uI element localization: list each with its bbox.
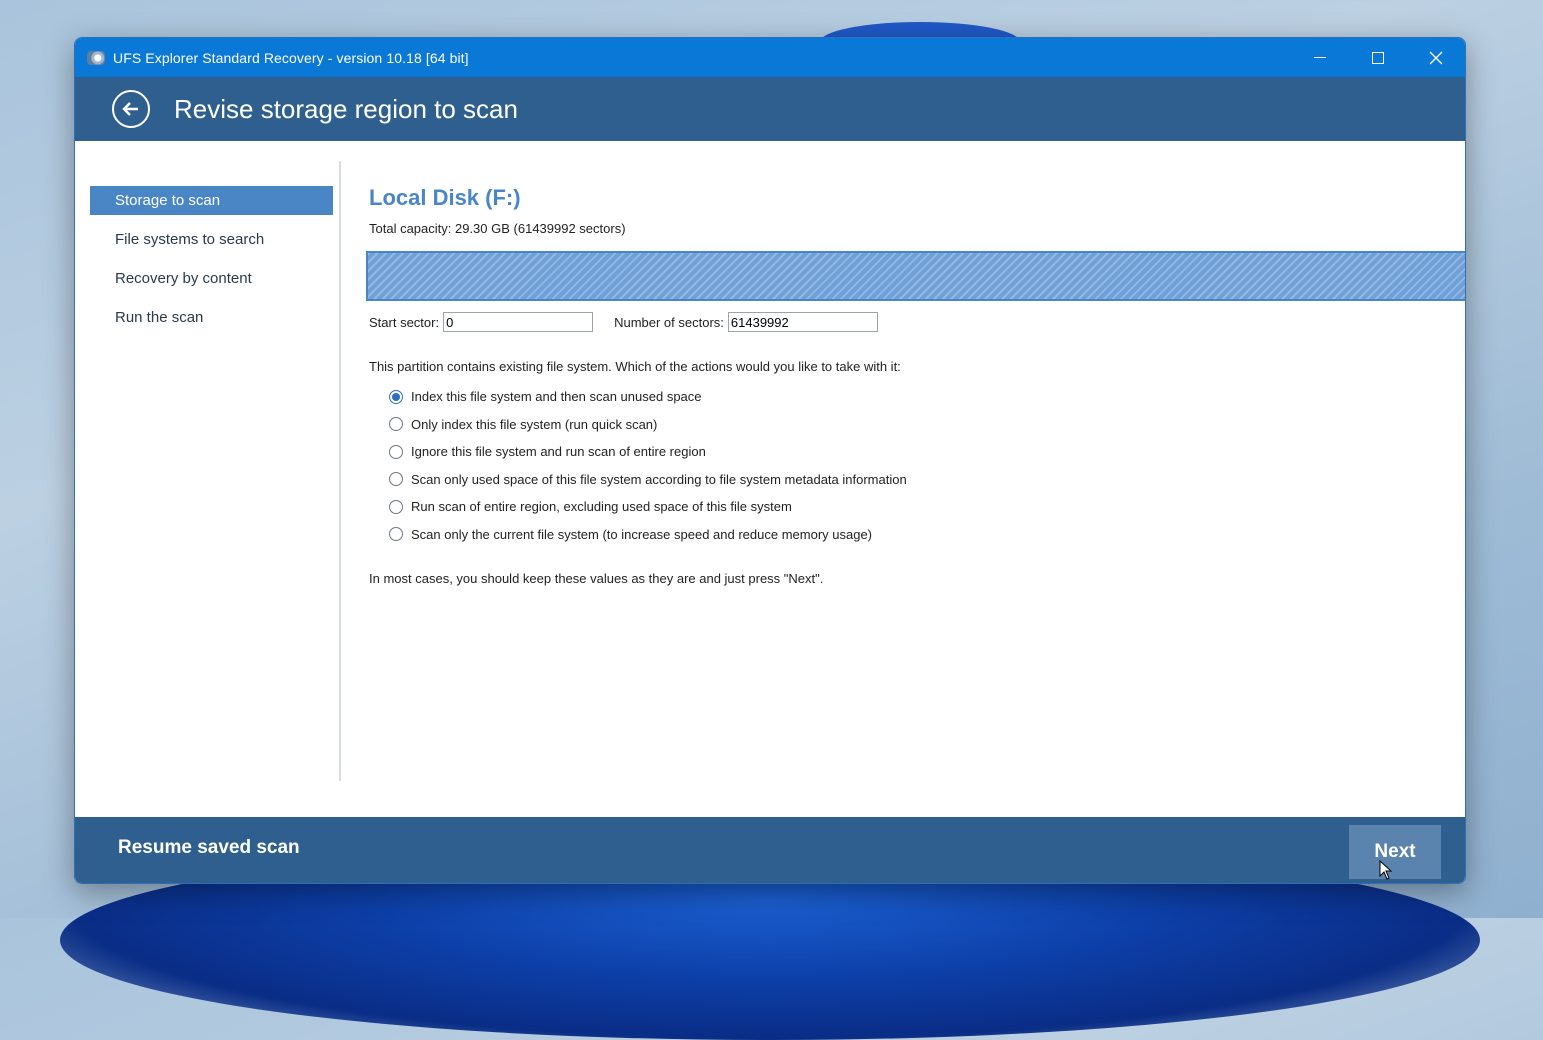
hint-text: In most cases, you should keep these val…	[369, 571, 824, 586]
radio-button-selected[interactable]	[389, 389, 403, 404]
minimize-icon	[1314, 57, 1326, 58]
option-label: Index this file system and then scan unu…	[411, 389, 702, 405]
title-bar[interactable]: UFS Explorer Standard Recovery - version…	[75, 38, 1465, 77]
option-label: Scan only used space of this file system…	[411, 471, 907, 487]
file-system-action-options: Index this file system and then scan unu…	[389, 383, 907, 548]
number-of-sectors-input[interactable]	[727, 312, 878, 332]
total-capacity: Total capacity: 29.30 GB (61439992 secto…	[369, 221, 626, 236]
start-sector-label: Start sector:	[369, 314, 440, 330]
radio-button[interactable]	[389, 499, 403, 514]
maximize-icon	[1372, 51, 1384, 64]
window-title: UFS Explorer Standard Recovery - version…	[113, 49, 469, 66]
option-scan-excluding-used-space[interactable]: Run scan of entire region, excluding use…	[389, 493, 907, 521]
disk-name: Local Disk (F:)	[369, 185, 521, 210]
wizard-steps-sidebar: Storage to scan File systems to search R…	[90, 186, 333, 342]
option-label: Only index this file system (run quick s…	[411, 416, 658, 432]
radio-button[interactable]	[389, 444, 403, 459]
sector-range-row: Start sector: Number of sectors:	[369, 312, 878, 332]
page-header: Revise storage region to scan	[75, 77, 1465, 141]
number-of-sectors-label: Number of sectors:	[614, 314, 724, 330]
option-label: Scan only the current file system (to in…	[411, 526, 873, 542]
radio-button[interactable]	[389, 527, 403, 542]
window-controls	[1291, 38, 1465, 77]
minimize-button[interactable]	[1291, 38, 1349, 77]
option-scan-current-file-system[interactable]: Scan only the current file system (to in…	[389, 521, 907, 549]
sidebar-item-storage-to-scan[interactable]: Storage to scan	[90, 186, 333, 215]
option-scan-used-space-metadata[interactable]: Scan only used space of this file system…	[389, 466, 907, 494]
radio-button[interactable]	[389, 417, 403, 432]
back-arrow-icon	[122, 102, 138, 116]
start-sector-input[interactable]	[443, 312, 594, 332]
close-button[interactable]	[1407, 38, 1465, 77]
resume-saved-scan-button[interactable]: Resume saved scan	[118, 837, 300, 859]
sidebar-divider	[339, 161, 341, 781]
mouse-pointer-icon	[1379, 860, 1393, 880]
back-button[interactable]	[112, 90, 150, 128]
sidebar-item-recovery-by-content[interactable]: Recovery by content	[90, 264, 333, 293]
radio-button[interactable]	[389, 472, 403, 487]
main-content: Local Disk (F:) Total capacity: 29.30 GB…	[366, 183, 1465, 586]
file-system-action-question: This partition contains existing file sy…	[369, 359, 901, 374]
app-icon	[87, 50, 105, 65]
option-only-index-quick-scan[interactable]: Only index this file system (run quick s…	[389, 411, 907, 439]
option-ignore-and-scan-entire[interactable]: Ignore this file system and run scan of …	[389, 438, 907, 466]
option-label: Ignore this file system and run scan of …	[411, 444, 706, 460]
maximize-button[interactable]	[1349, 38, 1407, 77]
close-icon	[1429, 51, 1443, 64]
app-window: UFS Explorer Standard Recovery - version…	[74, 37, 1466, 884]
sidebar-item-run-the-scan[interactable]: Run the scan	[90, 303, 333, 332]
storage-region-bar[interactable]	[366, 251, 1465, 301]
wizard-footer: Resume saved scan Next	[75, 817, 1465, 883]
sidebar-item-file-systems-to-search[interactable]: File systems to search	[90, 225, 333, 254]
option-label: Run scan of entire region, excluding use…	[411, 499, 792, 515]
page-title: Revise storage region to scan	[174, 93, 518, 124]
next-button[interactable]: Next	[1349, 825, 1441, 879]
option-index-then-scan-unused[interactable]: Index this file system and then scan unu…	[389, 383, 907, 411]
